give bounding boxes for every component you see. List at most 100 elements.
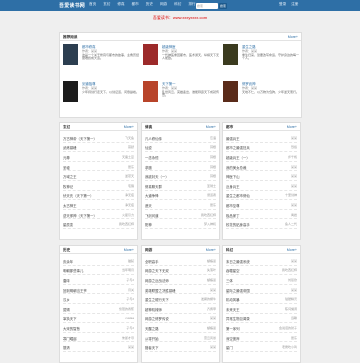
book-row[interactable]: 飞剑问道 我吃西红柿 [145,210,216,220]
book-row[interactable]: 遮天 辰东 [145,200,216,210]
book-row[interactable]: 深空彼岸 辰东 [226,333,297,343]
book-row[interactable]: 末日之最强系统 某某 [226,256,297,266]
book-row[interactable]: 星门 老鹰吃小鸡 [226,342,297,352]
book-cover[interactable] [63,81,78,102]
book-row[interactable]: 全职高手 蝴蝶蓝 [145,256,216,266]
book-name[interactable]: 异常生物见闻录 [226,316,250,321]
book-name[interactable]: 唐砖 [63,278,70,283]
nav-wangyou[interactable]: 网游 [160,2,167,7]
book-row[interactable]: 牧神记 宅猪 [63,181,134,191]
book-name[interactable]: 全职高手 [145,259,159,264]
book-cover[interactable] [223,81,238,102]
book-name[interactable]: 仙逆 [145,145,152,150]
book-cover[interactable] [143,81,158,102]
book-name[interactable]: 一念永恒 [145,155,159,160]
book-row[interactable]: 元尊 天蚕土豆 [63,152,134,162]
book-name[interactable]: 逆天邪神（天下第一） [63,213,97,218]
book-name[interactable]: 深空彼岸 [226,336,240,341]
register-link[interactable]: 注册 [291,2,298,7]
book-row[interactable]: 大宋的智慧 孑与2 [63,323,134,333]
book-row[interactable]: 星际之最强帝国 某某 [226,285,297,295]
book-name[interactable]: 都市之最强狂兵 [226,145,250,150]
book-name[interactable]: 遮天 [145,203,152,208]
book-name[interactable]: 汉乡 [63,297,70,302]
book-row[interactable]: 未来天王 陈词懒调 [226,304,297,314]
book-row[interactable]: 唐砖 孑与2 [63,275,134,285]
book-row[interactable]: 汉乡 孑与2 [63,294,134,304]
book-row[interactable]: 吞噬星空 我吃西红柿 [226,266,297,276]
book-name[interactable]: 近身兵王 [226,184,240,189]
book-name[interactable]: 猎者天下 [145,345,159,350]
book-row[interactable]: 校花的贴身高手 鱼人二代 [226,219,297,229]
book-cover[interactable] [223,44,238,65]
book-name[interactable]: 网游之天下无双 [145,268,169,273]
book-row[interactable]: 近身兵王 某某 [226,181,297,191]
book-row[interactable]: 我欲封天（一） 耳根 [145,171,216,181]
book-row[interactable]: 万域之王 逆苍天 [63,171,134,181]
book-row[interactable]: 修真聊天群 圣骑士 [145,181,216,191]
book-name[interactable]: 英雄联盟之决胜巅峰 [145,288,176,293]
book-row[interactable]: 圣墟 辰东 [63,162,134,172]
category-more-link[interactable]: More+ [124,248,134,252]
book-row[interactable]: 逆天邪神（天下第一） 火星引力 [63,210,134,220]
book-name[interactable]: 庆余年 [63,259,73,264]
book-row[interactable]: 一念永恒 耳根 [145,152,216,162]
book-row[interactable]: 太古神王 净无痕 [63,200,134,210]
book-name[interactable]: 极品家丁 [226,213,240,218]
book-name[interactable]: 篡清 [63,345,70,350]
nav-dushi[interactable]: 都市 [132,2,139,7]
featured-more-link[interactable]: More+ [288,35,298,39]
book-name[interactable]: 网游之近战法师 [145,278,169,283]
book-name[interactable]: 万古神帝（天下第一） [63,136,97,141]
book-name[interactable]: 重生之都市修仙 [226,193,250,198]
nav-kehuan[interactable]: 科幻 [174,2,181,7]
book-row[interactable]: 伏天氏（天下第一） 净无痕 [63,191,134,201]
book-name[interactable]: 吞噬星空 [226,268,240,273]
book-row[interactable]: 宰执天下 cuslaa [63,314,134,324]
search-input[interactable]: 搜索 [196,2,218,9]
search-button[interactable]: 搜索 [219,2,227,9]
nav-xiuzhen[interactable]: 修真 [117,2,124,7]
book-name[interactable]: 第一序列 [226,326,240,331]
book-row[interactable]: 超级兵王（一） 步千帆 [226,152,297,162]
login-link[interactable]: 登录 [279,2,286,7]
book-row[interactable]: 星辰变 我吃西红柿 [63,219,134,229]
book-name[interactable]: 重生之贼行天下 [145,297,169,302]
category-more-link[interactable]: More+ [124,125,134,129]
book-name[interactable]: 明朝那些事儿 [63,268,83,273]
book-row[interactable]: 明朝那些事儿 当年明月 [63,266,134,276]
book-name[interactable]: 超神机械师 [145,307,162,312]
book-row[interactable]: 篡清 某某 [63,342,134,352]
book-name[interactable]: 赘婿 [63,307,70,312]
book-name[interactable]: 阳神 [145,222,152,227]
category-more-link[interactable]: More+ [287,125,297,129]
book-row[interactable]: 天醒之路 蝴蝶蓝 [145,323,216,333]
book-row[interactable]: 超神机械师 齐佩甲 [145,304,216,314]
book-row[interactable]: 机动风暴 骷髅精灵 [226,294,297,304]
book-cover[interactable] [63,44,78,65]
featured-book[interactable]: 重生之路 作者：某某 重生归来，誓要改写命运，守护身边的每一个人。 [223,44,319,83]
book-name[interactable]: 我的美女总裁 [226,165,246,170]
book-row[interactable]: 大道争锋 误道者 [145,191,216,201]
book-name[interactable]: 修真聊天群 [145,184,162,189]
book-name[interactable]: 未来天王 [226,307,240,312]
book-name[interactable]: 神医下山 [226,174,240,179]
book-name[interactable]: 武炼巅峰 [63,145,77,150]
book-row[interactable]: 仙逆 耳根 [145,143,216,153]
nav-lishi[interactable]: 历史 [146,2,153,7]
book-row[interactable]: 庆余年 猫腻 [63,256,134,266]
book-row[interactable]: 网游之近战法师 蝴蝶蓝 [145,275,216,285]
book-row[interactable]: 我的美女总裁 某某 [226,162,297,172]
book-row[interactable]: 赘婿 愤怒的香蕉 [63,304,134,314]
category-more-link[interactable]: More+ [206,125,216,129]
category-more-link[interactable]: More+ [287,248,297,252]
book-name[interactable]: 凡人修仙传 [145,136,162,141]
book-row[interactable]: 从零开始 雷云风暴 [145,333,216,343]
nav-xuanhuan[interactable]: 玄幻 [103,2,110,7]
book-row[interactable]: 武炼巅峰 莫默 [63,143,134,153]
book-row[interactable]: 极品家丁 禹岩 [226,210,297,220]
book-name[interactable]: 都市至尊 [226,203,240,208]
book-row[interactable]: 阳神 梦入神机 [145,219,216,229]
book-name[interactable]: 校花的贴身高手 [226,222,250,227]
book-name[interactable]: 宰执天下 [63,316,77,321]
